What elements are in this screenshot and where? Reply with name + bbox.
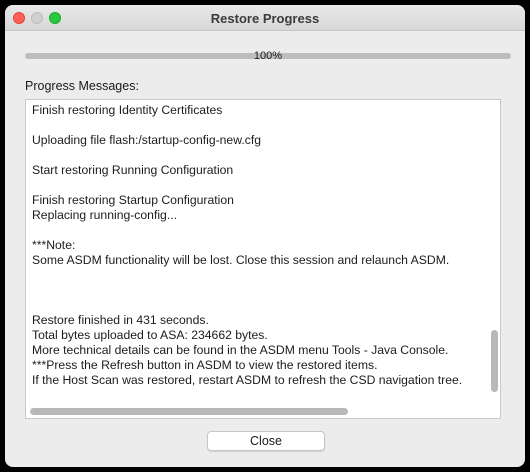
progress-messages-area[interactable]: Finish restoring Identity Certificates U… — [25, 99, 501, 419]
screenshot-frame: Restore Progress 100% Progress Messages:… — [0, 0, 530, 472]
vertical-scrollbar[interactable] — [491, 330, 498, 392]
horizontal-scrollbar[interactable] — [30, 408, 348, 415]
progress-messages-text: Finish restoring Identity Certificates U… — [32, 103, 463, 387]
window-title: Restore Progress — [210, 11, 320, 26]
title-bar: Restore Progress — [5, 5, 525, 31]
close-button[interactable]: Close — [207, 431, 325, 451]
progress-percent-label: 100% — [253, 50, 283, 62]
progress-messages-label: Progress Messages: — [25, 79, 139, 93]
restore-progress-window: Restore Progress 100% Progress Messages:… — [5, 5, 525, 467]
